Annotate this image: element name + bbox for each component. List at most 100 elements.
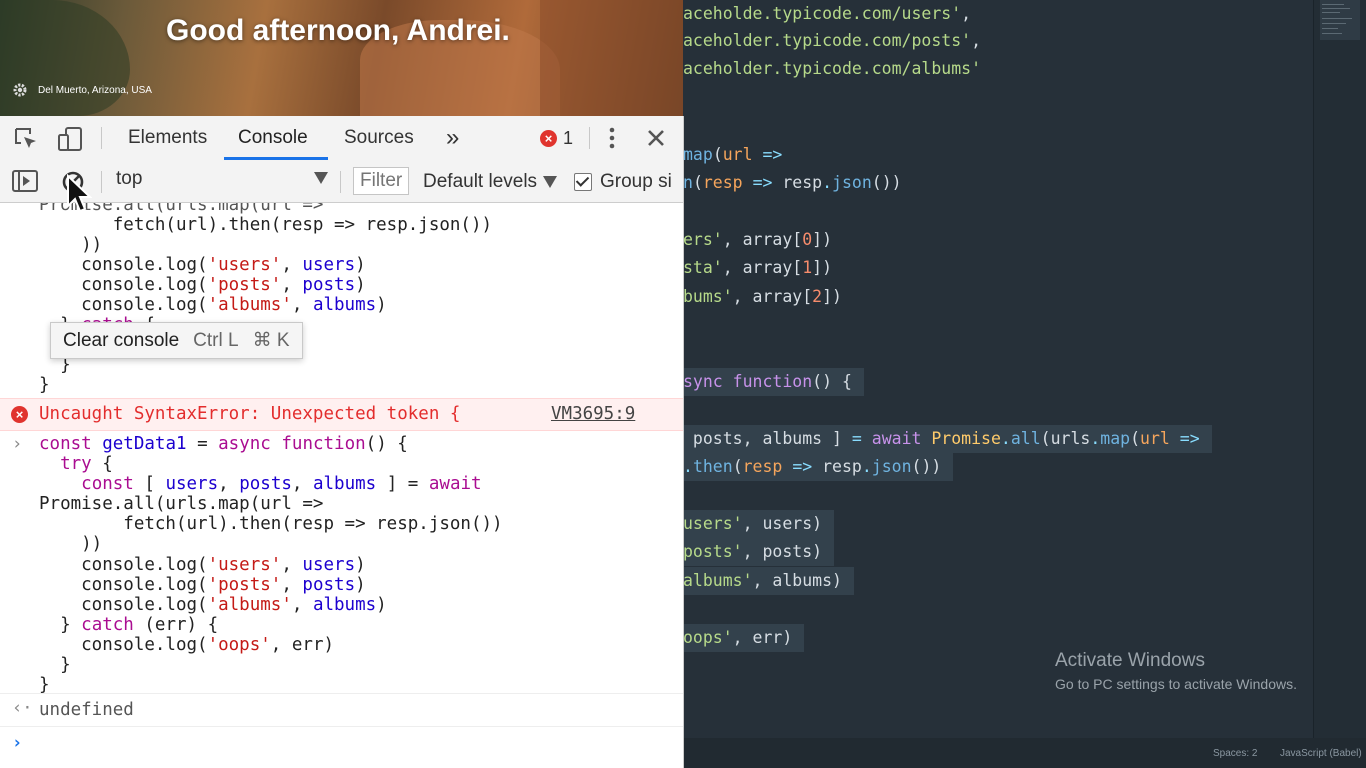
tooltip-label: Clear console [63,330,180,351]
minimap-line [1322,12,1340,13]
error-icon: × [11,406,28,423]
watermark-title: Activate Windows [1055,650,1205,671]
minimap-line [1322,33,1342,34]
console-toolbar: top Default levels Group si [0,160,683,203]
console-line: )) [39,534,103,554]
code-line: ers', array[0]) [683,230,833,249]
chevron-down-icon [543,175,558,188]
kebab-menu-icon[interactable] [600,126,624,150]
inspect-element-icon[interactable] [12,125,40,153]
chevron-down-icon [314,172,328,184]
location-label: Del Muerto, Arizona, USA [38,84,152,96]
console-line: } [39,655,71,675]
gear-icon[interactable] [12,82,28,98]
console-line: } [39,375,50,395]
tooltip-shortcut-ctrl: Ctrl L [193,330,239,351]
console-line: console.log('posts', posts) [39,575,366,595]
mouse-cursor-icon [67,174,92,213]
console-prompt[interactable]: › [0,725,683,765]
minimap-viewport[interactable] [1320,0,1360,40]
console-line: fetch(url).then(resp => resp.json()) [39,514,503,534]
code-line: posts, albums ] = await Promise.all(urls… [683,425,1212,453]
group-similar-toggle[interactable]: Group si [574,171,672,193]
devtools-panel: Elements Console Sources » × 1 top De [0,116,684,768]
greeting-text: Good afternoon, Andrei. [166,14,510,47]
console-line: try { [60,454,113,474]
console-line: console.log('posts', posts) [39,275,366,295]
console-line: console.log('albums', albums) [39,595,387,615]
code-line: .then(resp => resp.json()) [683,453,954,481]
code-line: sta', array[1]) [683,258,833,277]
console-line: console.log('oops', err) [39,635,335,655]
watermark-subtitle: Go to PC settings to activate Windows. [1055,676,1297,692]
console-line: const getData1 = async function() { [39,434,408,454]
filter-input[interactable] [353,167,409,195]
minimap-line [1322,8,1350,9]
console-line: fetch(url).then(resp => resp.json()) [39,215,493,235]
context-value: top [116,168,143,189]
tab-console[interactable]: Console [224,116,328,160]
console-line: console.log('users', users) [39,555,366,575]
photo-location: Del Muerto, Arizona, USA [12,82,152,98]
background-photo-foliage [0,0,130,116]
toolbar-separator [101,171,102,193]
console-line: const [ users, posts, albums ] = await [81,474,482,494]
toolbar-separator [589,127,590,149]
code-line: albums', albums) [683,567,854,595]
minimap-line [1322,23,1346,24]
error-count-value: 1 [563,128,574,148]
tooltip-shortcut-cmd: ⌘ K [252,330,290,351]
error-source-link[interactable]: VM3695:9 [551,404,635,424]
minimap-line [1322,28,1338,29]
minimap[interactable] [1313,0,1366,738]
minimap-line [1322,18,1352,19]
console-line: Promise.all(urls.map(url => [39,494,324,514]
log-levels-dropdown[interactable]: Default levels [423,171,558,193]
activate-windows-watermark: Activate Windows Go to PC settings to ac… [1055,650,1297,692]
code-line: n(resp => resp.json()) [683,173,902,192]
console-line: } catch (err) { [39,615,219,635]
console-line: console.log('albums', albums) [39,295,387,315]
code-line: posts', posts) [683,538,835,566]
status-indentation[interactable]: Spaces: 2 [1213,748,1257,759]
console-line: )) [39,235,103,255]
group-similar-label: Group si [600,171,672,192]
toolbar-separator [340,171,341,193]
console-error-message: × Uncaught SyntaxError: Unexpected token… [0,398,683,431]
return-arrow-icon: ‹· [12,698,33,718]
group-similar-checkbox[interactable] [574,173,592,191]
console-line: } [39,675,50,695]
minimap-line [1322,4,1344,5]
code-line: aceholde.typicode.com/users', [683,4,972,23]
tab-sources[interactable]: Sources [342,116,416,160]
log-levels-label: Default levels [423,171,538,192]
console-line: console.log('users', users) [39,255,366,275]
toolbar-separator [101,127,102,149]
background-photo-cliff [540,0,683,116]
more-tabs-button[interactable]: » [444,116,461,160]
code-line: map(url => [683,145,783,164]
clear-console-tooltip: Clear console Ctrl L ⌘ K [50,322,303,359]
sidebar-toggle-icon[interactable] [12,169,38,193]
device-toolbar-icon[interactable] [56,125,84,153]
status-bar: Spaces: 2 JavaScript (Babel) [683,738,1366,768]
code-line: oops', err) [683,624,805,652]
chevron-right-icon: › [12,434,23,454]
code-line: sync function() { [683,368,864,396]
prompt-chevron-icon: › [12,733,23,753]
error-icon: × [540,130,557,147]
console-output[interactable]: Promise.all(urls.map(url => fetch(url).t… [0,203,683,768]
tab-elements[interactable]: Elements [126,116,209,160]
code-editor[interactable]: aceholde.typicode.com/users', aceholder.… [683,0,1366,768]
devtools-tab-bar: Elements Console Sources » × 1 [0,116,683,161]
context-select[interactable]: top [116,168,328,194]
error-text: Uncaught SyntaxError: Unexpected token { [39,404,461,424]
code-line: aceholder.typicode.com/posts', [683,31,982,50]
close-icon[interactable] [644,126,668,150]
code-line: users', users) [683,510,835,538]
error-counter[interactable]: × 1 [540,128,573,149]
status-language[interactable]: JavaScript (Babel) [1280,748,1362,759]
code-line: aceholder.typicode.com/albums' [683,59,982,78]
new-tab-background: Good afternoon, Andrei. Del Muerto, Ariz… [0,0,683,116]
code-line: bums', array[2]) [683,287,842,306]
